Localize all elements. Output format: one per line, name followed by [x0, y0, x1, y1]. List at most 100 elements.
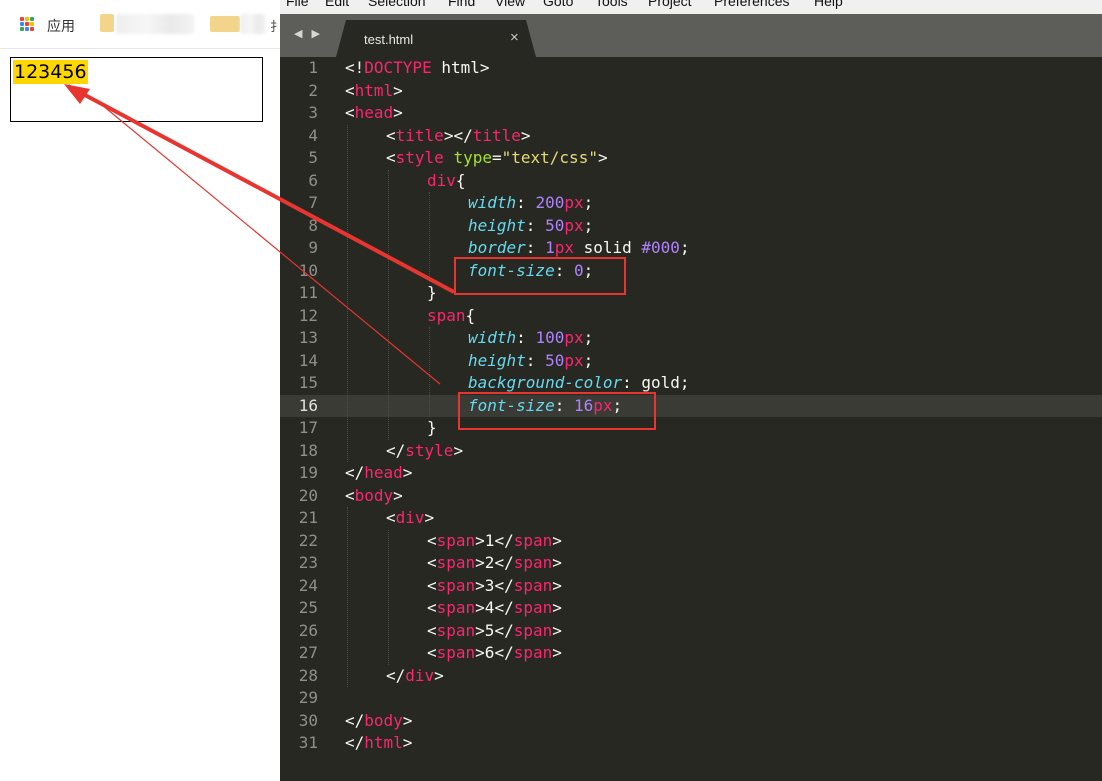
line-number: 31 — [298, 733, 318, 752]
code-text: </style> — [386, 440, 463, 463]
code-token: < — [427, 575, 437, 595]
code-line[interactable]: 8 height: 50px; — [280, 215, 1102, 238]
code-text: height: 50px; — [468, 215, 593, 238]
code-text: } — [427, 417, 437, 440]
bookmark-folder-icon[interactable] — [100, 14, 114, 32]
code-token: head — [364, 463, 403, 482]
menu-item-file[interactable]: File — [286, 0, 309, 9]
code-line[interactable]: 12 span{ — [280, 305, 1102, 328]
code-line[interactable]: 4 <title></title> — [280, 125, 1102, 148]
bookmark-folder-icon[interactable] — [210, 16, 240, 32]
code-token: < — [345, 103, 355, 122]
code-line[interactable]: 5 <style type="text/css"> — [280, 147, 1102, 170]
code-token: >6</ — [475, 643, 514, 662]
code-token: > — [552, 620, 562, 640]
code-line[interactable]: 15 background-color: gold; — [280, 372, 1102, 395]
code-line[interactable]: 23 <span>2</span> — [280, 552, 1102, 575]
code-token: <! — [345, 58, 365, 77]
code-line[interactable]: 7 width: 200px; — [280, 192, 1102, 215]
code-line[interactable]: 6 div{ — [280, 170, 1102, 193]
code-token: ; — [583, 215, 594, 235]
menu-item-preferences[interactable]: Preferences — [714, 0, 789, 9]
code-token: : — [525, 215, 546, 235]
menu-item-tools[interactable]: Tools — [595, 0, 628, 9]
code-token: < — [386, 148, 396, 167]
code-text: <style type="text/css"> — [386, 147, 608, 170]
blurred-bookmark[interactable] — [240, 14, 266, 34]
line-number: 11 — [298, 283, 318, 302]
blurred-bookmark[interactable] — [116, 14, 194, 34]
code-line[interactable]: 19 </head> — [280, 462, 1102, 485]
line-number: 30 — [298, 710, 318, 730]
line-number: 10 — [298, 260, 318, 280]
code-line[interactable]: 22 <span>1</span> — [280, 530, 1102, 553]
code-text: <div> — [386, 507, 434, 530]
code-text: height: 50px; — [468, 350, 593, 373]
code-token: type — [453, 148, 492, 167]
menu-item-help[interactable]: Help — [814, 0, 843, 9]
code-line[interactable]: 20 <body> — [280, 485, 1102, 508]
code-line[interactable]: 30 </body> — [280, 710, 1102, 733]
code-line[interactable]: 28 </div> — [280, 665, 1102, 688]
indent-guide — [429, 192, 431, 282]
apps-grid-icon[interactable] — [20, 17, 35, 32]
code-token: px — [554, 238, 574, 257]
code-token: > — [520, 125, 531, 145]
code-line[interactable]: 18 </style> — [280, 440, 1102, 463]
code-line[interactable]: 1 <!DOCTYPE html> — [280, 57, 1102, 80]
line-number: 6 — [308, 170, 318, 190]
code-line[interactable]: 25 <span>4</span> — [280, 597, 1102, 620]
code-line[interactable]: 14 height: 50px; — [280, 350, 1102, 373]
code-line[interactable]: 26 <span>5</span> — [280, 620, 1102, 643]
code-token: div — [395, 508, 425, 527]
menu-item-find[interactable]: Find — [448, 0, 475, 9]
code-token: > — [453, 440, 464, 460]
apps-label[interactable]: 应用 — [47, 16, 75, 36]
menu-bar: File Edit Selection Find View Goto Tools Projec… — [280, 0, 1102, 14]
code-line[interactable]: 27 <span>6</span> — [280, 642, 1102, 665]
tab-scroll-arrows-icon[interactable]: ◀ ▶ — [294, 27, 323, 40]
line-number: 24 — [298, 575, 318, 595]
code-token: ></ — [443, 125, 473, 145]
menu-item-selection[interactable]: Selection — [368, 0, 426, 9]
menu-item-project[interactable]: Project — [648, 0, 692, 9]
code-token: px — [564, 215, 584, 235]
code-line[interactable]: 13 width: 100px; — [280, 327, 1102, 350]
code-line[interactable]: 16 font-size: 16px; — [280, 394, 1102, 417]
code-area[interactable]: 1 <!DOCTYPE html> 2 <html> 3 <head> 4 <title></… — [280, 57, 1102, 781]
code-line[interactable]: 3 <head> — [280, 102, 1102, 125]
menu-item-edit[interactable]: Edit — [325, 0, 349, 9]
code-line[interactable]: 31 </html> — [280, 732, 1102, 755]
code-text: <html> — [345, 80, 403, 103]
code-token: >4</ — [475, 598, 514, 617]
menu-item-view[interactable]: View — [495, 0, 525, 9]
code-line[interactable]: 21 <div> — [280, 507, 1102, 530]
tab-test-html[interactable]: test.html × — [336, 20, 536, 57]
code-token: solid — [573, 238, 642, 257]
line-number: 12 — [298, 305, 318, 325]
code-line[interactable]: 29 — [280, 687, 1102, 710]
code-line[interactable]: 11} — [280, 282, 1102, 305]
line-number: 5 — [308, 148, 318, 167]
code-token: span — [436, 553, 476, 572]
code-line[interactable]: 9 border: 1px solid #000; — [280, 237, 1102, 260]
code-line[interactable]: 2 <html> — [280, 80, 1102, 103]
code-token: </ — [345, 710, 365, 730]
code-text: </body> — [345, 710, 412, 733]
code-text: <span>1</span> — [427, 530, 562, 553]
menu-item-goto[interactable]: Goto — [543, 0, 573, 9]
code-token: title — [472, 125, 521, 145]
line-number: 26 — [298, 620, 318, 640]
sublime-editor: File Edit Selection Find View Goto Tools Projec… — [280, 0, 1102, 781]
code-line[interactable]: 10 font-size: 0; — [280, 260, 1102, 283]
code-token: >3</ — [475, 575, 514, 595]
code-line[interactable]: 17} — [280, 417, 1102, 440]
close-icon[interactable]: × — [510, 29, 519, 46]
code-token: >5</ — [475, 620, 514, 640]
line-number: 28 — [298, 665, 318, 685]
code-token: "text/css" — [501, 148, 598, 167]
code-token: span — [513, 530, 553, 550]
code-text: width: 200px; — [468, 192, 593, 215]
code-token: body — [364, 710, 403, 730]
code-line[interactable]: 24 <span>3</span> — [280, 575, 1102, 598]
